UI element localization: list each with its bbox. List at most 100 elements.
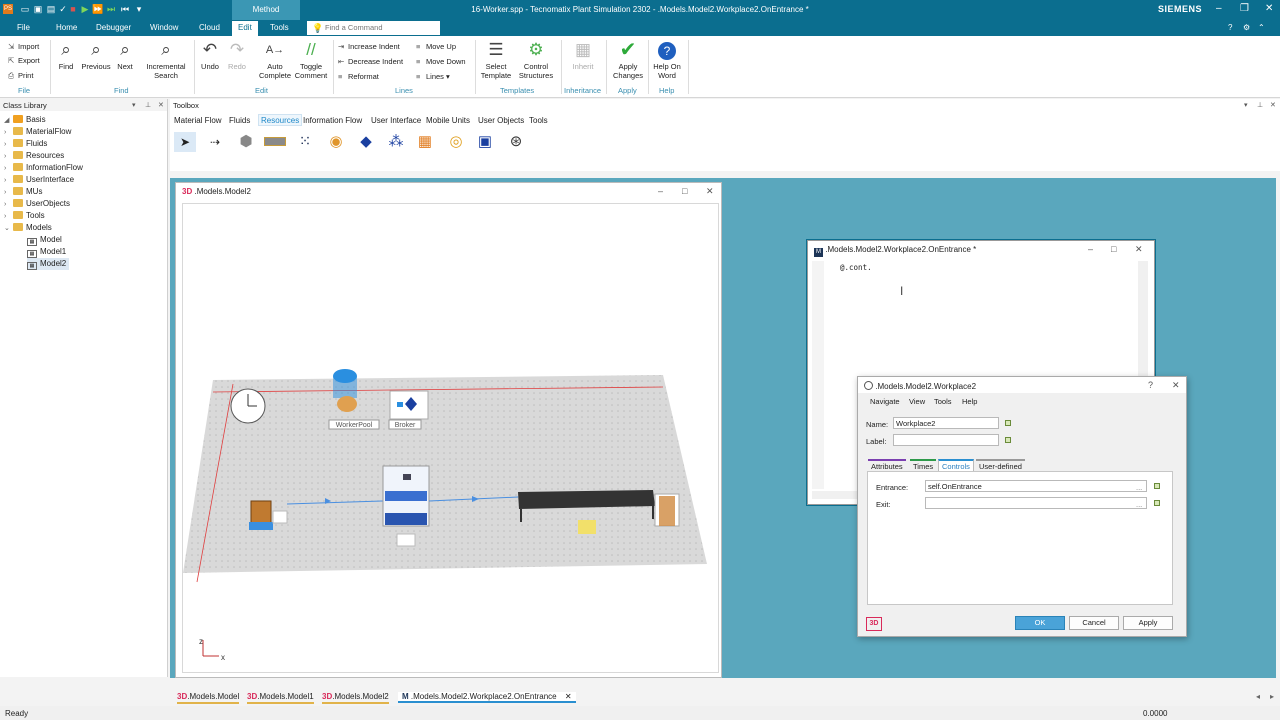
minimize-icon[interactable]: – xyxy=(1216,3,1222,14)
minimize-icon[interactable]: – xyxy=(1088,244,1093,254)
tree-item-materialflow[interactable]: › MaterialFlow xyxy=(4,126,71,138)
inherit-toggle-icon[interactable] xyxy=(1005,437,1011,443)
pointer-tool-icon[interactable]: ➤ xyxy=(174,132,196,152)
reformat-button[interactable]: ≡ Reformat xyxy=(338,71,379,82)
inherit-button[interactable]: ▦ Inherit xyxy=(568,40,598,71)
move-up-button[interactable]: ≡ Move Up xyxy=(416,41,456,52)
tree-item-resources[interactable]: › Resources xyxy=(4,150,64,162)
open-3d-button[interactable]: 3D xyxy=(866,617,882,631)
scene-3d-view[interactable]: WorkerPool Broker z x xyxy=(182,203,719,673)
footpath-tool-icon[interactable] xyxy=(264,132,286,152)
tree-item-model2[interactable]: ▦ Model2 xyxy=(27,258,70,270)
tab-edit[interactable]: Edit xyxy=(232,21,258,36)
minimize-icon[interactable]: – xyxy=(658,186,663,196)
tree-item-tools[interactable]: › Tools xyxy=(4,210,45,222)
worker-tool-icon[interactable]: ⬢ xyxy=(235,132,257,152)
dialog-menu-navigate[interactable]: Navigate xyxy=(870,397,900,406)
toolbox-tab-user-interface[interactable]: User Interface xyxy=(371,116,421,125)
pin-icon[interactable]: ⊥ xyxy=(145,101,151,109)
toolbox-tab-tools[interactable]: Tools xyxy=(529,116,548,125)
cancel-button[interactable]: Cancel xyxy=(1069,616,1119,630)
find-command-input[interactable]: Find a Command xyxy=(307,21,440,35)
tab-cloud[interactable]: Cloud xyxy=(199,23,220,32)
importer-tool-icon[interactable]: ▣ xyxy=(474,132,496,152)
tab-attributes[interactable]: Attributes xyxy=(868,459,906,471)
help-icon[interactable]: ? xyxy=(1148,380,1153,390)
control-structures-button[interactable]: ⚙ Control Structures xyxy=(514,40,558,80)
tree-item-informationflow[interactable]: › InformationFlow xyxy=(4,162,83,174)
auto-complete-button[interactable]: A→ Auto Complete xyxy=(256,40,294,80)
name-field[interactable]: Workplace2 xyxy=(893,417,999,429)
ok-button[interactable]: OK xyxy=(1015,616,1065,630)
broker-tool-icon[interactable]: ◆ xyxy=(355,132,377,152)
skill-tool-icon[interactable]: ⊛ xyxy=(505,132,527,152)
entrance-inherit-icon[interactable] xyxy=(1154,483,1160,489)
toolbox-tab-material-flow[interactable]: Material Flow xyxy=(174,116,222,125)
tree-item-model1[interactable]: ▦ Model1 xyxy=(27,246,66,258)
entrance-field[interactable]: self.OnEntrance xyxy=(925,480,1147,492)
maximize-icon[interactable]: □ xyxy=(682,186,687,196)
collapse-ribbon-icon[interactable]: ⌃ xyxy=(1258,23,1265,32)
decrease-indent-button[interactable]: ⇤ Decrease Indent xyxy=(338,56,403,67)
print-button[interactable]: ⎙ Print xyxy=(8,70,33,81)
close-icon[interactable]: ✕ xyxy=(706,186,714,197)
help-on-word-button[interactable]: ? Help On Word xyxy=(650,40,684,80)
tab-file[interactable]: File xyxy=(17,23,30,32)
tab-user-defined[interactable]: User-defined xyxy=(976,459,1025,471)
scroll-left-icon[interactable]: ◂ xyxy=(1256,692,1260,701)
panel-menu-icon[interactable]: ▾ xyxy=(132,101,136,109)
toggle-comment-button[interactable]: //Toggle Comment xyxy=(292,40,330,80)
move-down-button[interactable]: ≡ Move Down xyxy=(416,56,466,67)
incremental-search-button[interactable]: ⌕ Incremental Search xyxy=(142,40,190,80)
close-tab-icon[interactable]: ✕ xyxy=(565,692,572,701)
clock-object[interactable] xyxy=(230,388,266,424)
apply-changes-button[interactable]: ✔ Apply Changes xyxy=(610,40,646,80)
tab-tools[interactable]: Tools xyxy=(270,23,289,32)
doc-tab-model1[interactable]: 3D.Models.Model1 xyxy=(247,692,314,704)
workerpool-tool-icon[interactable]: ◉ xyxy=(325,132,347,152)
panel-close-icon[interactable]: ✕ xyxy=(1270,101,1276,109)
toolbox-tab-fluids[interactable]: Fluids xyxy=(229,116,250,125)
tab-times[interactable]: Times xyxy=(910,459,937,471)
tab-home[interactable]: Home xyxy=(56,23,77,32)
doc-tab-onentrance[interactable]: M .Models.Model2.Workplace2.OnEntrance ✕ xyxy=(398,692,576,703)
close-icon[interactable]: ✕ xyxy=(1265,3,1273,14)
export-button[interactable]: ⇱ Export xyxy=(8,55,40,66)
help-circle-icon[interactable]: ? xyxy=(1228,23,1232,32)
part-object[interactable] xyxy=(578,520,596,534)
tree-item-models[interactable]: ⌄ Models xyxy=(4,222,52,234)
redo-button[interactable]: ↷ Redo xyxy=(225,40,249,71)
dialog-menu-view[interactable]: View xyxy=(909,397,925,406)
maximize-icon[interactable]: □ xyxy=(1111,244,1116,254)
doc-tab-model[interactable]: 3D.Models.Model xyxy=(177,692,240,704)
lines-dropdown[interactable]: ≡ Lines ▾ xyxy=(416,71,450,82)
tree-item-userinterface[interactable]: › UserInterface xyxy=(4,174,74,186)
close-icon[interactable]: ✕ xyxy=(1135,244,1143,255)
apply-button[interactable]: Apply xyxy=(1123,616,1173,630)
next-button[interactable]: ⌕ Next xyxy=(114,40,136,71)
dialog-menu-tools[interactable]: Tools xyxy=(934,397,952,406)
tree-item-userobjects[interactable]: › UserObjects xyxy=(4,198,70,210)
toolbox-tab-mobile-units[interactable]: Mobile Units xyxy=(426,116,470,125)
import-button[interactable]: ⇲ Import xyxy=(8,41,39,52)
panel-menu-icon[interactable]: ▾ xyxy=(1244,101,1248,109)
close-icon[interactable]: ✕ xyxy=(1172,380,1180,391)
exporter-tool-icon[interactable]: ⁂ xyxy=(385,132,407,152)
tree-item-fluids[interactable]: › Fluids xyxy=(4,138,47,150)
panel-close-icon[interactable]: ✕ xyxy=(158,101,164,109)
dialog-menu-help[interactable]: Help xyxy=(962,397,977,406)
pin-icon[interactable]: ⊥ xyxy=(1257,101,1263,109)
exit-field[interactable] xyxy=(925,497,1147,509)
workplace-tool-icon[interactable]: ⁙ xyxy=(294,132,316,152)
tree-item-model[interactable]: ▦ Model xyxy=(27,234,62,246)
increase-indent-button[interactable]: ⇥ Increase Indent xyxy=(338,41,400,52)
browse-entrance-button[interactable]: ... xyxy=(1136,483,1142,492)
inherit-toggle-icon[interactable] xyxy=(1005,420,1011,426)
shift-calendar-tool-icon[interactable]: ▦ xyxy=(414,132,436,152)
doc-tab-model2[interactable]: 3D.Models.Model2 xyxy=(322,692,389,704)
tab-window[interactable]: Window xyxy=(150,23,178,32)
exit-inherit-icon[interactable] xyxy=(1154,500,1160,506)
settings-icon[interactable]: ⚙ xyxy=(1243,23,1250,32)
restore-icon[interactable]: ❐ xyxy=(1240,3,1249,14)
label-field[interactable] xyxy=(893,434,999,446)
